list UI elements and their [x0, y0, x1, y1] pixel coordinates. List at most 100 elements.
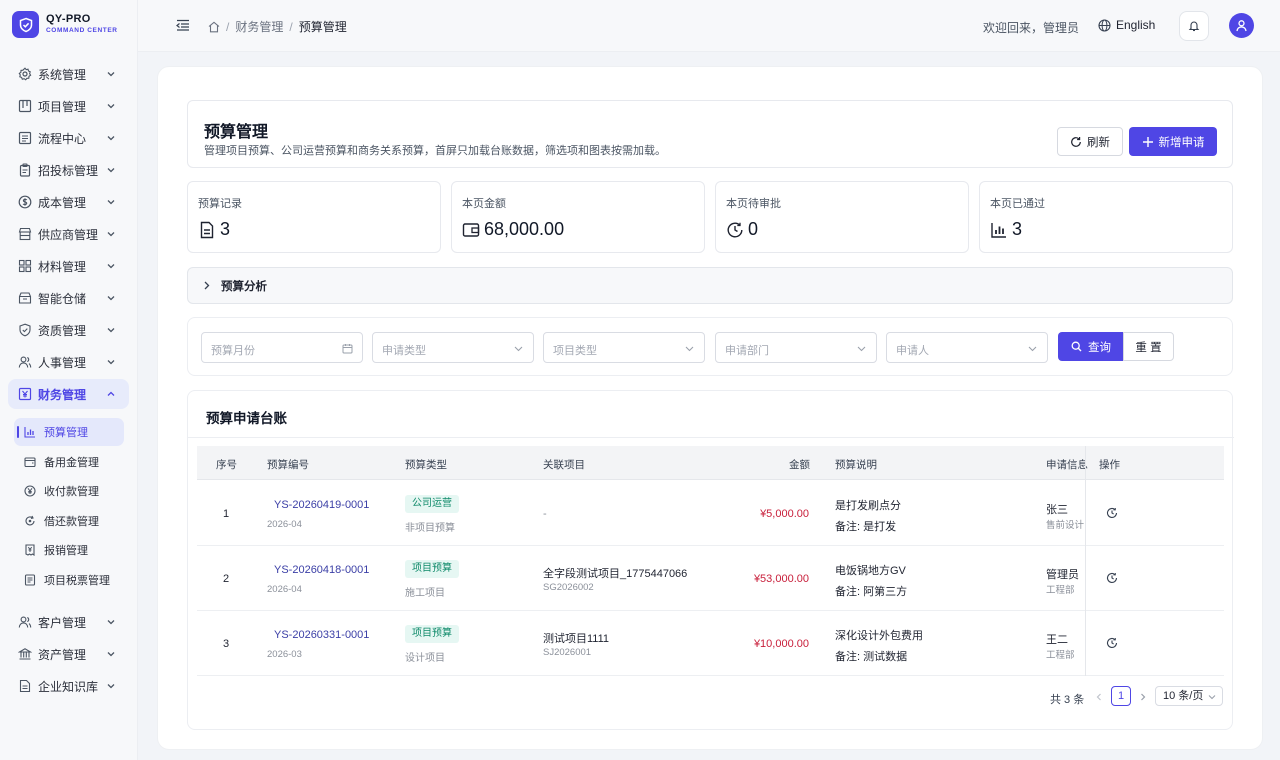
chevron-down-icon	[107, 70, 115, 78]
shield-check-icon	[18, 323, 32, 337]
yen-circle-icon	[24, 485, 36, 497]
sidebar-item-cost[interactable]: 成本管理	[8, 187, 129, 217]
budget-code-link[interactable]: YS-20260419-0001	[274, 499, 369, 511]
table-title: 预算申请台账	[206, 411, 287, 426]
search-icon	[1071, 341, 1082, 352]
header-description: 预算说明	[835, 459, 877, 471]
loop-icon	[24, 515, 36, 527]
bar-chart-icon	[24, 426, 36, 438]
table-row[interactable]: 1 YS-20260419-0001 2026-04 公司运营 非项目预算 - …	[197, 481, 1224, 546]
box-icon	[18, 291, 32, 305]
home-icon[interactable]	[208, 21, 220, 33]
operation-column-divider	[1085, 446, 1215, 676]
applicant-select[interactable]: 申请人	[886, 332, 1048, 363]
amount: ¥10,000.00	[753, 638, 809, 650]
sidebar-item-label: 流程中心	[38, 131, 87, 146]
sidebar-item-finance[interactable]: 财务管理	[8, 379, 129, 409]
header-amount: 金额	[789, 459, 810, 471]
chevron-down-icon	[856, 343, 867, 354]
budget-note: 备注: 阿第三方	[835, 586, 908, 598]
department-select[interactable]: 申请部门	[715, 332, 877, 363]
top-header: / 财务管理 / 预算管理 欢迎回来，管理员 English	[138, 0, 1280, 52]
stat-card-amount: 本页金额 68,000.00	[451, 181, 705, 253]
page-header-card: 预算管理 管理项目预算、公司运营预算和商务关系预算，首屏只加载台账数据，筛选项和…	[187, 100, 1233, 168]
pagination-total: 共 3 条	[1050, 694, 1085, 706]
sidebar-subitem-label: 收付款管理	[44, 486, 99, 498]
sidebar-item-label: 供应商管理	[38, 227, 99, 242]
budget-code-link[interactable]: YS-20260418-0001	[274, 564, 369, 576]
chevron-down-icon	[107, 358, 115, 366]
sidebar-item-bidding[interactable]: 招投标管理	[8, 155, 129, 185]
sidebar-subitem-payment[interactable]: 收付款管理	[14, 477, 124, 505]
request-type-select[interactable]: 申请类型	[372, 332, 534, 363]
budget-note: 备注: 是打发	[835, 521, 897, 533]
sidebar-item-material[interactable]: 材料管理	[8, 251, 129, 281]
budget-description: 是打发刷点分	[835, 500, 901, 512]
sidebar-subitem-tax-invoice[interactable]: 项目税票管理	[14, 566, 124, 594]
project-type-placeholder: 项目类型	[553, 345, 597, 357]
user-icon	[1235, 19, 1248, 32]
request-type-placeholder: 申请类型	[382, 345, 426, 357]
page-size-select[interactable]: 10 条/页	[1155, 686, 1223, 706]
avatar[interactable]	[1229, 13, 1254, 38]
budget-subtype: 非项目预算	[405, 523, 455, 534]
plus-icon	[1142, 136, 1154, 148]
sidebar-item-hr[interactable]: 人事管理	[8, 347, 129, 377]
project-type-select[interactable]: 项目类型	[543, 332, 705, 363]
brand[interactable]: QY-PRO COMMAND CENTER	[12, 11, 118, 38]
sidebar-subitem-reimburse[interactable]: 报销管理	[14, 536, 124, 564]
header-index: 序号	[216, 459, 237, 471]
sidebar-subitem-petty-cash[interactable]: 备用金管理	[14, 448, 124, 476]
sidebar-item-supplier[interactable]: 供应商管理	[8, 219, 129, 249]
add-request-label: 新增申请	[1158, 136, 1205, 149]
stat-value: 0	[748, 219, 759, 239]
dollar-circle-icon	[18, 195, 32, 209]
chevron-down-icon	[107, 134, 115, 142]
month-picker[interactable]: 预算月份	[201, 332, 363, 363]
budget-description: 深化设计外包费用	[835, 630, 923, 642]
sidebar-subitem-loan[interactable]: 借还款管理	[14, 507, 124, 535]
budget-analysis-collapse[interactable]: 预算分析	[187, 267, 1233, 304]
refresh-label: 刷新	[1087, 136, 1110, 149]
notification-button[interactable]	[1179, 11, 1209, 41]
chevron-down-icon	[107, 166, 115, 174]
breadcrumb-finance[interactable]: 财务管理	[235, 18, 283, 35]
sidebar-item-flow[interactable]: 流程中心	[8, 123, 129, 153]
chevron-down-icon	[1027, 343, 1038, 354]
chevron-down-icon	[107, 262, 115, 270]
sidebar-item-warehouse[interactable]: 智能仓储	[8, 283, 129, 313]
stat-label: 本页待审批	[726, 198, 781, 210]
chevron-right-icon[interactable]	[1139, 693, 1147, 701]
sidebar-item-customer[interactable]: 客户管理	[8, 607, 129, 637]
row-index: 1	[223, 508, 230, 520]
reset-button[interactable]: 重 置	[1123, 332, 1174, 361]
sidebar-item-system[interactable]: 系统管理	[8, 59, 129, 89]
main-content: 预算管理 管理项目预算、公司运营预算和商务关系预算，首屏只加载台账数据，筛选项和…	[157, 66, 1263, 750]
table-row[interactable]: 3 YS-20260331-0001 2026-03 项目预算 设计项目 测试项…	[197, 611, 1224, 676]
sidebar-item-project[interactable]: 项目管理	[8, 91, 129, 121]
sidebar-item-asset[interactable]: 资产管理	[8, 639, 129, 669]
applicant-name: 王二	[1046, 634, 1068, 646]
refresh-button[interactable]: 刷新	[1057, 127, 1123, 156]
chevron-down-icon	[107, 618, 115, 626]
budget-description: 电饭锅地方GV	[835, 565, 906, 577]
menu-fold-icon[interactable]	[176, 18, 190, 32]
sidebar-item-knowledge[interactable]: 企业知识库	[8, 671, 129, 701]
chevron-down-icon	[1208, 693, 1216, 701]
chevron-down-icon	[513, 343, 524, 354]
budget-code-link[interactable]: YS-20260331-0001	[274, 629, 369, 641]
sidebar-item-qualification[interactable]: 资质管理	[8, 315, 129, 345]
add-request-button[interactable]: 新增申请	[1129, 127, 1217, 156]
language-switch[interactable]: English	[1098, 18, 1155, 32]
table-row[interactable]: 2 YS-20260418-0001 2026-04 项目预算 施工项目 全字段…	[197, 546, 1224, 611]
sidebar-subitem-budget[interactable]: 预算管理	[14, 418, 124, 446]
query-button[interactable]: 查询	[1058, 332, 1124, 361]
flow-icon	[18, 131, 32, 145]
header-applicant: 申请信息	[1046, 459, 1088, 471]
clock-icon	[726, 221, 744, 239]
sidebar-item-label: 人事管理	[38, 355, 87, 370]
chevron-down-icon	[107, 294, 115, 302]
chevron-left-icon[interactable]	[1095, 693, 1103, 701]
page-number-current[interactable]: 1	[1111, 686, 1131, 706]
reset-label: 重 置	[1135, 341, 1162, 354]
